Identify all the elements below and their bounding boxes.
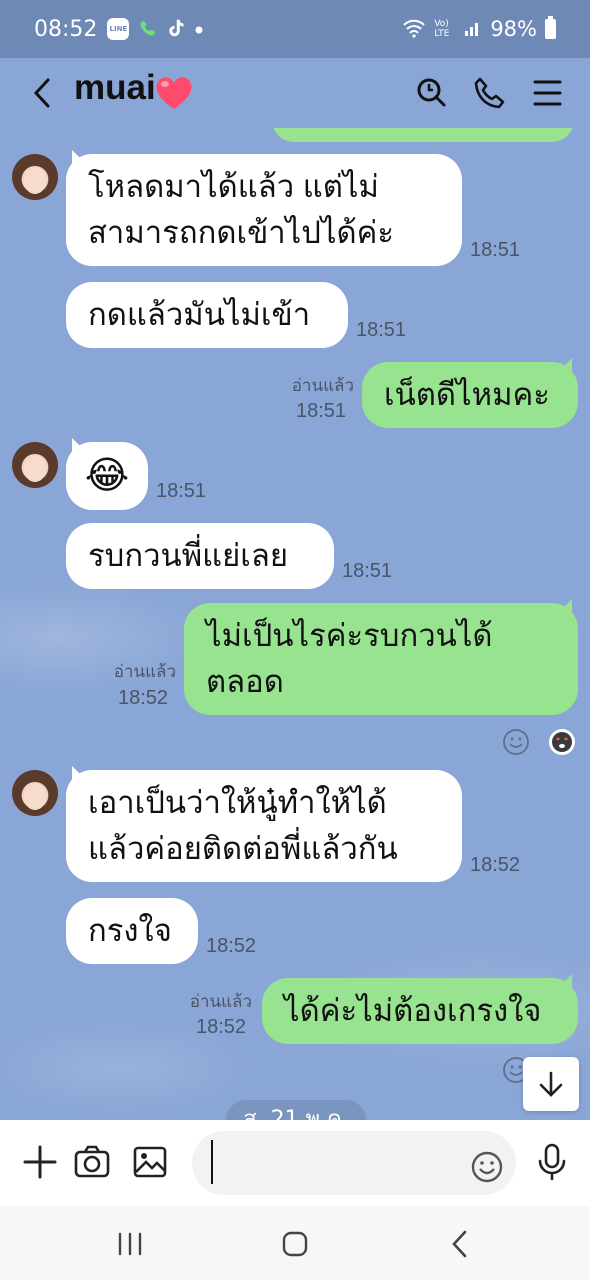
battery-percent: 98%: [490, 17, 537, 41]
read-receipt: อ่านแล้ว: [189, 992, 252, 1011]
recent-apps-button[interactable]: [110, 1226, 150, 1262]
read-receipt: อ่านแล้ว: [113, 662, 176, 681]
contact-avatar[interactable]: [12, 154, 58, 200]
tiktok-icon: [167, 18, 185, 41]
message-line: กดแล้วมันไม่เข้า: [88, 297, 311, 332]
message-line: แล้วค่อยติดต่อพี่แล้วกัน: [88, 831, 398, 866]
message-line: รบกวนพี่แย่เลย: [88, 538, 289, 573]
message-input-bar: [0, 1120, 590, 1206]
notification-dot-icon: [195, 21, 203, 37]
message-time: 18:52: [118, 687, 169, 709]
home-icon: [282, 1231, 308, 1257]
message-bubble[interactable]: ได้ค่ะไม่ต้องเกรงใจ: [262, 974, 578, 1044]
previous-message-bubble[interactable]: [272, 128, 574, 142]
message-line: ได้ค่ะไม่ต้องเกรงใจ: [284, 993, 542, 1028]
contact-avatar[interactable]: [12, 770, 58, 816]
message-bubble[interactable]: รบกวนพี่แย่เลย: [66, 523, 334, 589]
back-nav-button[interactable]: [440, 1226, 480, 1262]
recent-apps-icon: [118, 1232, 142, 1256]
scroll-to-bottom-button[interactable]: [523, 1057, 579, 1111]
message-line: เอาเป็นว่าให้นู๋ทำให้ได้: [88, 785, 387, 820]
message-bubble[interactable]: เน็ตดีไหมคะ: [362, 358, 578, 428]
back-button[interactable]: [26, 72, 66, 114]
date-separator: ส. 21 พ.ค.: [226, 1100, 366, 1120]
gallery-button[interactable]: [130, 1142, 170, 1182]
phone-call-icon: [139, 19, 157, 40]
message-bubble[interactable]: กดแล้วมันไม่เข้า: [66, 282, 348, 348]
add-reaction-icon[interactable]: [502, 728, 530, 756]
chat-header: muai: [0, 58, 590, 128]
status-time: 08:52: [34, 16, 98, 42]
message-line: กรงใจ: [88, 913, 172, 948]
arrow-down-icon: [539, 1071, 563, 1097]
smiley-icon: [471, 1151, 503, 1183]
message-bubble[interactable]: โหลดมาได้แล้ว แต่ไม่ สามารถกดเข้าไปได้ค่…: [66, 150, 462, 266]
read-receipt: อ่านแล้ว: [291, 376, 354, 395]
message-line: ตลอด: [206, 664, 284, 699]
message-time: 18:52: [470, 854, 521, 876]
status-bar: 08:52 LINE Vo) LTE 98%: [0, 0, 590, 58]
message-bubble[interactable]: ไม่เป็นไรค่ะรบกวนได้ ตลอด: [184, 599, 578, 715]
plus-icon: [23, 1145, 57, 1179]
laughing-emoji: 😂: [84, 455, 130, 497]
message-bubble[interactable]: กรงใจ: [66, 898, 198, 964]
heart-icon: [156, 77, 192, 109]
home-button[interactable]: [275, 1226, 315, 1262]
system-navigation-bar: [0, 1206, 590, 1280]
volte-icon: Vo) LTE: [434, 19, 450, 39]
message-line: สามารถกดเข้าไปได้ค่ะ: [88, 215, 395, 250]
message-time: 18:51: [342, 560, 393, 582]
add-attachment-button[interactable]: [20, 1142, 60, 1182]
message-time: 18:51: [470, 239, 521, 261]
message-time: 18:51: [156, 480, 207, 502]
message-input[interactable]: [192, 1131, 516, 1195]
search-button[interactable]: [410, 72, 454, 114]
battery-icon: [545, 16, 556, 39]
chat-title: muai: [74, 68, 156, 107]
microphone-icon: [538, 1143, 566, 1181]
message-bubble[interactable]: เอาเป็นว่าให้นู๋ทำให้ได้ แล้วค่อยติดต่อพ…: [66, 766, 462, 882]
signal-icon: [464, 19, 482, 40]
message-bubble[interactable]: 😂: [66, 438, 148, 510]
chat-area[interactable]: โหลดมาได้แล้ว แต่ไม่ สามารถกดเข้าไปได้ค่…: [0, 128, 590, 1120]
message-line: ไม่เป็นไรค่ะรบกวนได้: [206, 618, 493, 653]
message-time: 18:52: [196, 1016, 247, 1038]
image-icon: [133, 1146, 167, 1178]
heart-eyes-reaction-icon[interactable]: [548, 728, 576, 756]
message-time: 18:51: [356, 319, 407, 341]
wifi-icon: [402, 18, 426, 41]
line-app-icon: LINE: [107, 18, 130, 40]
message-time: 18:52: [206, 935, 257, 957]
camera-icon: [74, 1145, 110, 1178]
camera-button[interactable]: [72, 1142, 112, 1182]
voice-message-button[interactable]: [532, 1142, 572, 1182]
menu-button[interactable]: [526, 72, 570, 114]
message-line: เน็ตดีไหมคะ: [384, 377, 550, 412]
back-arrow-icon: [452, 1230, 467, 1258]
emoji-button[interactable]: [470, 1150, 504, 1184]
message-line: โหลดมาได้แล้ว แต่ไม่: [88, 169, 379, 204]
call-button[interactable]: [468, 72, 512, 114]
message-time: 18:51: [296, 400, 347, 422]
text-cursor: [211, 1140, 213, 1184]
contact-avatar[interactable]: [12, 442, 58, 488]
